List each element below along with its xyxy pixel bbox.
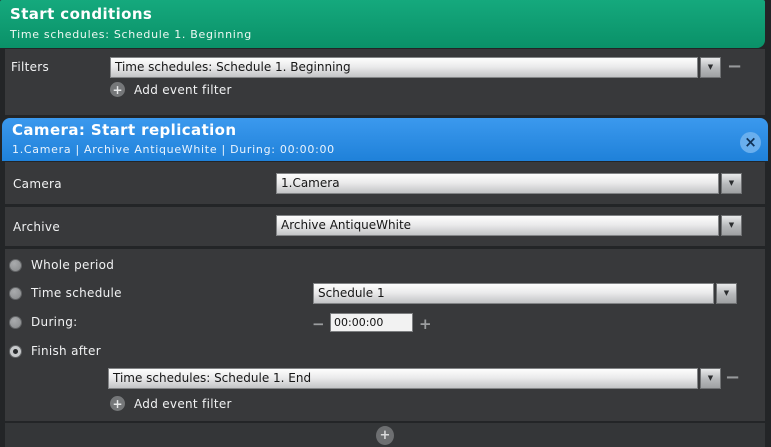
start-filter-dropdown-value[interactable]: Time schedules: Schedule 1. Beginning bbox=[110, 57, 698, 78]
chevron-down-icon[interactable]: ▼ bbox=[700, 57, 721, 78]
option-whole-period[interactable]: Whole period bbox=[9, 258, 114, 272]
option-time-schedule[interactable]: Time schedule bbox=[9, 286, 122, 300]
period-options-section: Whole period Time schedule Schedule 1 ▼ … bbox=[5, 249, 765, 421]
during-increment-button[interactable]: + bbox=[419, 317, 432, 332]
option-finish-after[interactable]: Finish after bbox=[9, 344, 101, 358]
camera-action-subtitle: 1.Camera | Archive AntiqueWhite | During… bbox=[12, 143, 335, 156]
chevron-down-icon[interactable]: ▼ bbox=[721, 173, 742, 194]
camera-row: Camera 1.Camera ▼ bbox=[5, 162, 765, 204]
camera-dropdown[interactable]: 1.Camera ▼ bbox=[276, 173, 742, 194]
time-schedule-dropdown-value[interactable]: Schedule 1 bbox=[313, 283, 714, 304]
finish-filter-dropdown-value[interactable]: Time schedules: Schedule 1. End bbox=[108, 368, 698, 389]
close-icon[interactable]: × bbox=[740, 132, 761, 153]
archive-label: Archive bbox=[13, 220, 61, 234]
add-action-bar: + bbox=[5, 423, 765, 447]
radio-during[interactable] bbox=[9, 315, 22, 329]
option-finish-after-label[interactable]: Finish after bbox=[31, 344, 101, 358]
plus-icon[interactable]: + bbox=[110, 396, 125, 411]
archive-row: Archive Archive AntiqueWhite ▼ bbox=[5, 207, 765, 246]
option-during[interactable]: During: bbox=[9, 315, 77, 329]
option-during-label[interactable]: During: bbox=[31, 315, 77, 329]
remove-filter-button[interactable]: − bbox=[727, 58, 742, 76]
camera-action-title: Camera: Start replication bbox=[12, 121, 237, 139]
during-decrement-button[interactable]: − bbox=[312, 317, 325, 332]
add-action-plus-icon[interactable]: + bbox=[376, 425, 394, 445]
event-rule-editor: Start conditions Time schedules: Schedul… bbox=[0, 0, 771, 447]
remove-finish-filter-button[interactable]: − bbox=[725, 369, 740, 387]
camera-dropdown-value[interactable]: 1.Camera bbox=[276, 173, 719, 194]
start-conditions-title: Start conditions bbox=[10, 5, 153, 23]
plus-icon[interactable]: + bbox=[110, 82, 125, 97]
camera-label: Camera bbox=[13, 177, 62, 191]
start-conditions-subtitle: Time schedules: Schedule 1. Beginning bbox=[10, 28, 252, 41]
chevron-down-icon[interactable]: ▼ bbox=[716, 283, 737, 304]
add-event-filter-label-2[interactable]: Add event filter bbox=[134, 397, 232, 411]
camera-action-header: Camera: Start replication 1.Camera | Arc… bbox=[2, 118, 768, 161]
radio-whole-period[interactable] bbox=[9, 258, 22, 272]
time-schedule-dropdown[interactable]: Schedule 1 ▼ bbox=[313, 283, 737, 304]
option-whole-period-label[interactable]: Whole period bbox=[31, 258, 114, 272]
filters-label: Filters bbox=[11, 60, 50, 74]
during-time-input[interactable] bbox=[330, 313, 413, 332]
radio-finish-after[interactable] bbox=[9, 344, 22, 358]
add-event-filter-button[interactable]: + Add event filter bbox=[110, 82, 232, 97]
start-filter-dropdown[interactable]: Time schedules: Schedule 1. Beginning ▼ bbox=[110, 57, 721, 78]
add-event-filter-label[interactable]: Add event filter bbox=[134, 83, 232, 97]
add-event-filter-button-2[interactable]: + Add event filter bbox=[110, 396, 232, 411]
start-conditions-header: Start conditions Time schedules: Schedul… bbox=[0, 0, 765, 48]
archive-dropdown-value[interactable]: Archive AntiqueWhite bbox=[276, 215, 719, 236]
filters-section: Filters Time schedules: Schedule 1. Begi… bbox=[5, 49, 765, 115]
finish-filter-dropdown[interactable]: Time schedules: Schedule 1. End ▼ bbox=[108, 368, 721, 389]
radio-time-schedule[interactable] bbox=[9, 286, 22, 300]
option-time-schedule-label[interactable]: Time schedule bbox=[31, 286, 122, 300]
chevron-down-icon[interactable]: ▼ bbox=[700, 368, 721, 389]
archive-dropdown[interactable]: Archive AntiqueWhite ▼ bbox=[276, 215, 742, 236]
chevron-down-icon[interactable]: ▼ bbox=[721, 215, 742, 236]
